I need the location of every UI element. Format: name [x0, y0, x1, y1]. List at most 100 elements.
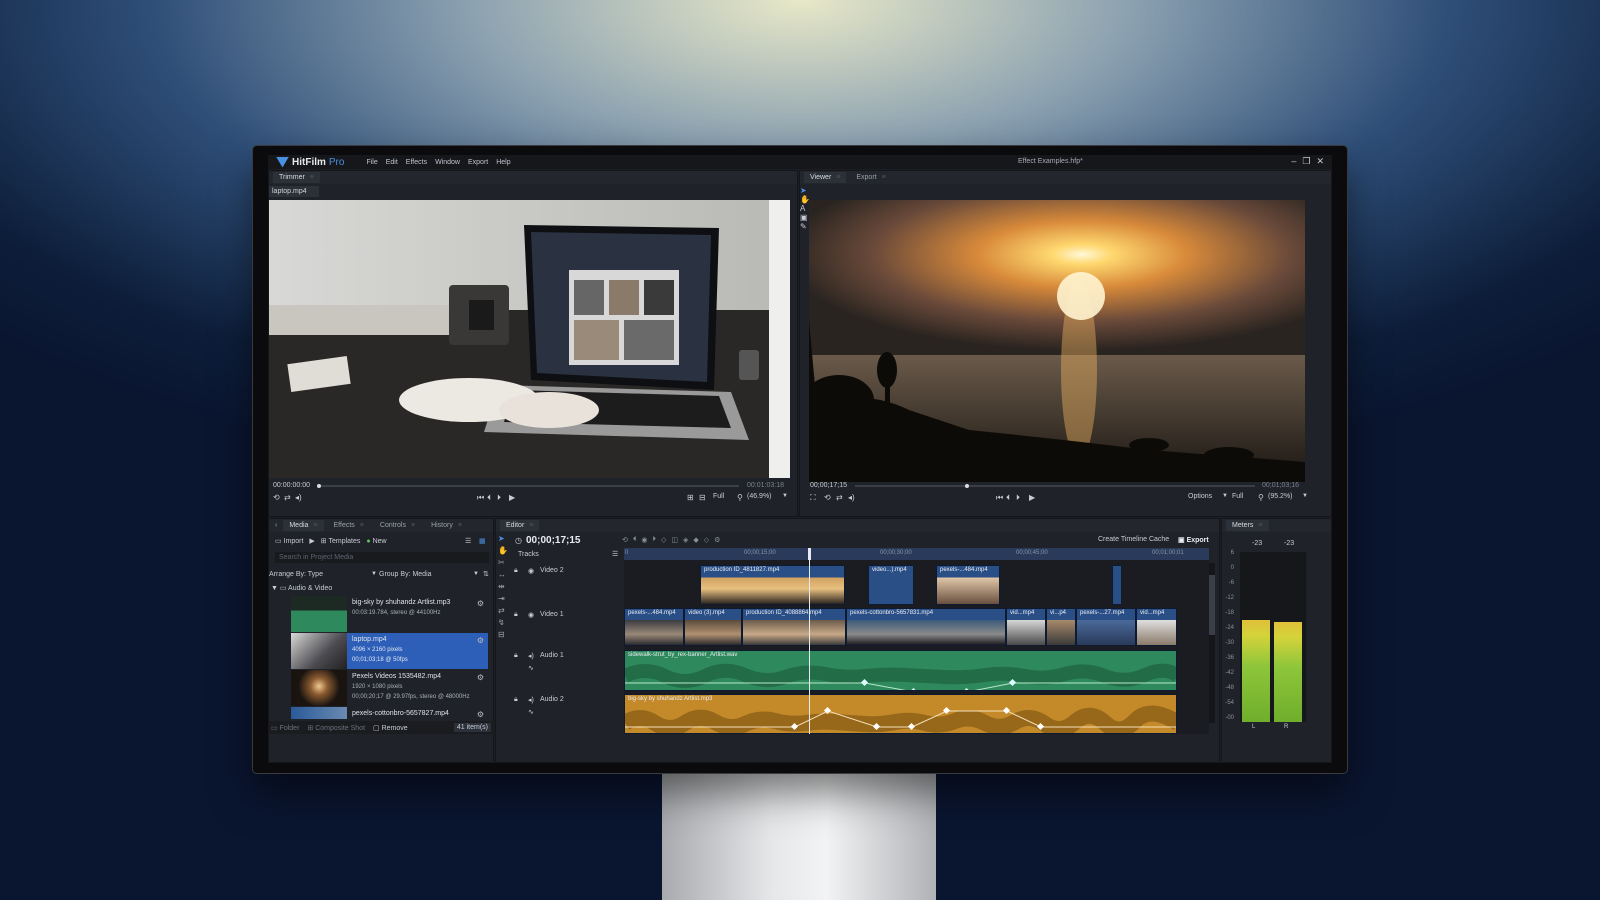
trimmer-playhead[interactable]: [317, 484, 321, 488]
tab-viewer[interactable]: Viewer ≡: [804, 172, 847, 183]
playhead-handle[interactable]: [807, 548, 811, 560]
play-icon[interactable]: ▶: [1029, 493, 1035, 502]
timeline-clip[interactable]: production ID_4811827.mp4: [700, 565, 845, 605]
repeat-icon[interactable]: ⇄: [836, 493, 843, 502]
tracks-menu-icon[interactable]: ☰: [612, 550, 618, 558]
sort-icon[interactable]: ⇅: [483, 570, 489, 578]
volume-icon[interactable]: ◂): [848, 493, 855, 502]
keyframe-icon[interactable]: ◆: [693, 536, 698, 544]
viewer-scrubber[interactable]: [855, 485, 1255, 487]
menu-edit[interactable]: Edit: [386, 159, 398, 166]
hand-tool-icon[interactable]: ✋: [498, 545, 508, 557]
step-forward-icon[interactable]: ⏵: [497, 493, 501, 503]
zoom-icon[interactable]: ⚲: [1258, 493, 1264, 502]
timeline-clip[interactable]: vid...mp4: [1136, 608, 1177, 646]
group-dropdown[interactable]: Group By: Media ▼: [379, 571, 479, 578]
minimize-icon[interactable]: –: [1291, 156, 1296, 167]
menu-file[interactable]: File: [366, 159, 377, 166]
eye-icon[interactable]: ◉: [528, 611, 534, 619]
speaker-icon[interactable]: ◂): [528, 652, 534, 660]
timeline-clip[interactable]: [1112, 565, 1122, 605]
arrange-dropdown[interactable]: Arrange By: Type ▼: [269, 571, 377, 578]
vertical-scrollbar[interactable]: [1209, 563, 1215, 723]
select-tool-icon[interactable]: ➤: [498, 533, 508, 545]
close-icon[interactable]: ✕: [1316, 156, 1324, 167]
speaker-icon[interactable]: ◂): [528, 696, 534, 704]
menu-effects[interactable]: Effects: [406, 159, 427, 166]
gear-icon[interactable]: ⚙: [477, 710, 484, 719]
play-icon[interactable]: ▶: [509, 493, 515, 502]
lock-icon[interactable]: 🔒︎: [514, 611, 518, 619]
tab-controls[interactable]: Controls ≡: [374, 520, 421, 531]
folder-audio-video[interactable]: ▼ ▭ Audio & Video: [271, 584, 332, 592]
repeat-icon[interactable]: ⇄: [284, 493, 291, 502]
zoom-dropdown-icon[interactable]: ▼: [1302, 493, 1308, 499]
snap-icon[interactable]: ◇: [661, 536, 666, 544]
tab-media[interactable]: Media ≡: [283, 520, 324, 531]
list-view-icon[interactable]: ☰: [465, 537, 471, 545]
timeline[interactable]: 0 00;00;15;00 00;00;30;00 00;00;45;00 00…: [624, 548, 1209, 734]
viewer-playhead[interactable]: [965, 484, 969, 488]
timeline-clip[interactable]: vid...mp4: [1006, 608, 1046, 646]
gear-icon[interactable]: ⚙: [477, 673, 484, 682]
tab-back-icon[interactable]: ‹: [273, 520, 279, 531]
grid-view-icon[interactable]: ▦: [479, 537, 486, 545]
link-icon[interactable]: ⟲: [622, 536, 628, 544]
audio-clip[interactable]: sidewalk-strut_by_rex-banner_Artlist.wav: [624, 650, 1177, 691]
next-edit-icon[interactable]: ⏵: [652, 536, 656, 544]
prev-edit-icon[interactable]: ⏴: [633, 536, 637, 544]
marker-icon[interactable]: ◉: [641, 536, 647, 544]
tab-meters[interactable]: Meters ≡: [1226, 520, 1269, 531]
select-tool-icon[interactable]: ➤: [800, 186, 810, 195]
menu-window[interactable]: Window: [435, 159, 460, 166]
create-cache-button[interactable]: Create Timeline Cache: [1098, 536, 1169, 543]
settings-icon[interactable]: ⚙: [714, 536, 720, 544]
import-button[interactable]: ▭ Import: [275, 537, 303, 545]
loop-icon[interactable]: ⟲: [824, 493, 831, 502]
media-item[interactable]: Pexels Videos 1535482.mp4 1920 × 1080 pix…: [291, 670, 488, 706]
step-back-icon[interactable]: ⏴: [487, 493, 491, 503]
timeline-clip[interactable]: pexels-...27.mp4: [1076, 608, 1136, 646]
audio-clip[interactable]: big-sky by shuhandz Artlist.mp3: [624, 694, 1177, 734]
ripple-tool-icon[interactable]: ⇥: [498, 593, 508, 605]
new-button[interactable]: ● New: [366, 538, 386, 545]
timeline-clip[interactable]: vi...p4: [1046, 608, 1076, 646]
lock-icon[interactable]: 🔒︎: [514, 652, 518, 660]
timeline-clip[interactable]: video (3).mp4: [684, 608, 742, 646]
menu-help[interactable]: Help: [496, 159, 510, 166]
editor-export-button[interactable]: ▣ Export: [1178, 536, 1209, 544]
slip-tool-icon[interactable]: ↔: [498, 569, 508, 581]
lock-icon[interactable]: 🔒︎: [514, 696, 518, 704]
remove-button[interactable]: ▢ Remove: [373, 724, 408, 732]
fullscreen-icon[interactable]: ⛶: [810, 493, 816, 503]
lock-icon[interactable]: 🔒︎: [514, 567, 518, 575]
overlay-icon[interactable]: ⊟: [699, 493, 706, 502]
trimmer-scrubber[interactable]: [319, 485, 739, 487]
roll-tool-icon[interactable]: ⇄: [498, 605, 508, 617]
zoom-dropdown-icon[interactable]: ▼: [782, 493, 788, 499]
keyframe-next-icon[interactable]: ◇: [704, 536, 709, 544]
razor-tool-icon[interactable]: ✂: [498, 557, 508, 569]
viewer-zoom[interactable]: (95.2%): [1268, 493, 1293, 500]
viewer-options[interactable]: Options: [1188, 493, 1212, 500]
tab-editor[interactable]: Editor ≡: [500, 520, 540, 531]
timeline-clip[interactable]: video...).mp4: [868, 565, 914, 605]
timeline-playhead[interactable]: [808, 548, 810, 734]
audio-curve-icon[interactable]: ∿: [528, 708, 534, 716]
loop-icon[interactable]: ⟲: [273, 493, 280, 502]
composite-shot-button[interactable]: ⊞ Composite Shot: [307, 724, 365, 732]
menu-export[interactable]: Export: [468, 159, 488, 166]
insert-icon[interactable]: ⊞: [687, 493, 694, 502]
trimmer-zoom[interactable]: (46.9%): [747, 493, 772, 500]
gear-icon[interactable]: ⚙: [477, 636, 484, 645]
mark-in-icon[interactable]: ◫: [671, 536, 678, 544]
templates-button[interactable]: ⊞ Templates: [321, 537, 361, 545]
import-dropdown-icon[interactable]: ▶: [309, 537, 314, 545]
gear-icon[interactable]: ⚙: [477, 599, 484, 608]
slide-tool-icon[interactable]: ⇹: [498, 581, 508, 593]
trimmer-quality[interactable]: Full: [713, 493, 724, 500]
zoom-icon[interactable]: ⚲: [737, 493, 743, 502]
skip-start-icon[interactable]: ⏮: [477, 493, 484, 503]
volume-icon[interactable]: ◂): [295, 493, 302, 502]
tab-export[interactable]: Export ≡: [850, 172, 891, 183]
